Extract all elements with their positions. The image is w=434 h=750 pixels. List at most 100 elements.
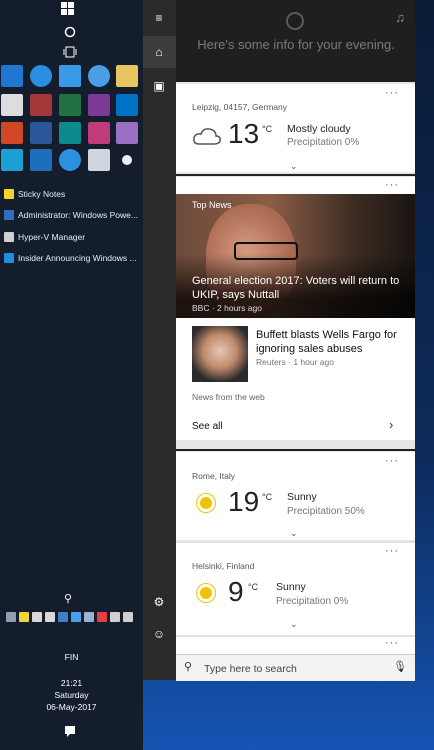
cortana-panel: ♫ Here's some info for your evening. ···… bbox=[176, 0, 415, 680]
weather-precipitation: Precipitation 50% bbox=[287, 506, 365, 517]
search-input[interactable] bbox=[202, 659, 386, 679]
media-app-icon[interactable] bbox=[88, 122, 110, 144]
this-pc-icon[interactable] bbox=[59, 65, 81, 87]
usb-icon[interactable] bbox=[6, 612, 16, 622]
clock-date: 06-May-2017 bbox=[46, 702, 97, 712]
powerpoint-icon[interactable] bbox=[1, 122, 23, 144]
settings-gear-icon[interactable]: ⚙ bbox=[151, 594, 167, 610]
top-news-label: Top News bbox=[192, 200, 232, 210]
language-indicator[interactable]: FIN bbox=[0, 652, 143, 662]
taskbar-item-label: Sticky Notes bbox=[18, 189, 66, 199]
cortana-greeting: Here's some info for your evening. bbox=[197, 37, 395, 52]
brightness-icon[interactable] bbox=[116, 149, 138, 171]
home-icon[interactable]: ⌂ bbox=[151, 44, 167, 60]
more-options-icon[interactable]: ··· bbox=[385, 455, 399, 467]
system-tray bbox=[6, 612, 138, 622]
action-center-icon[interactable] bbox=[64, 724, 86, 746]
onedrive-icon[interactable] bbox=[58, 612, 68, 622]
weather-card-rome[interactable]: ··· Rome, Italy 19 °C Sunny Precipitatio… bbox=[176, 452, 415, 540]
story-source: Reuters · 1 hour ago bbox=[256, 357, 334, 367]
weather-condition: Sunny bbox=[276, 581, 306, 593]
device-icon[interactable] bbox=[45, 612, 55, 622]
app-tray-icon[interactable] bbox=[97, 612, 107, 622]
cloud-icon[interactable] bbox=[84, 612, 94, 622]
hamburger-menu-icon[interactable]: ≡ bbox=[151, 10, 167, 26]
taskbar-item-label: Hyper-V Manager bbox=[18, 232, 86, 242]
microphone-icon[interactable]: 🎙 bbox=[393, 660, 407, 673]
expand-chevron-icon[interactable]: ⌄ bbox=[290, 619, 298, 630]
search-box[interactable]: ⚲ 🎙 bbox=[176, 654, 415, 681]
volume-muted-icon[interactable] bbox=[123, 612, 133, 622]
taskbar-item-powershell[interactable]: Administrator: Windows Powe... bbox=[4, 205, 140, 225]
section-divider bbox=[176, 174, 415, 176]
top-story-source: BBC · 2 hours ago bbox=[192, 303, 262, 313]
feedback-icon[interactable]: ☺ bbox=[151, 626, 167, 642]
weather-unit: °C bbox=[262, 492, 273, 502]
edge-icon[interactable] bbox=[1, 65, 23, 87]
weather-temp: 13 bbox=[228, 118, 260, 149]
remote-desktop-icon[interactable] bbox=[30, 149, 52, 171]
more-options-icon[interactable]: ··· bbox=[385, 179, 399, 191]
story-thumbnail[interactable] bbox=[192, 326, 248, 382]
taskbar: Sticky Notes Administrator: Windows Powe… bbox=[0, 0, 143, 750]
taskbar-item-edge-insider[interactable]: Insider Announcing Windows ... bbox=[4, 248, 140, 268]
powershell-icon bbox=[4, 210, 14, 220]
expand-chevron-icon[interactable]: ⌄ bbox=[290, 528, 298, 539]
taskbar-item-hyper-v[interactable]: Hyper-V Manager bbox=[4, 227, 140, 247]
weather-unit: °C bbox=[248, 582, 259, 592]
sun-icon bbox=[200, 587, 212, 599]
weather-temp: 19 bbox=[228, 486, 260, 517]
search-icon: ⚲ bbox=[184, 661, 193, 673]
sync-icon[interactable] bbox=[59, 149, 81, 171]
top-story-hero[interactable]: Top News General election 2017: Voters w… bbox=[176, 194, 415, 318]
remote-app-icon[interactable] bbox=[59, 122, 81, 144]
weather-card-leipzig[interactable]: ··· Leipzig, 04157, Germany 13 °C Mostly… bbox=[176, 84, 415, 172]
phone-app-icon[interactable] bbox=[1, 94, 23, 116]
weather-temp: 9 bbox=[228, 576, 244, 607]
expand-chevron-icon[interactable]: ⌄ bbox=[290, 161, 298, 172]
cloud-icon bbox=[192, 126, 222, 151]
news-from-web-label: News from the web bbox=[192, 392, 265, 402]
security-icon[interactable] bbox=[32, 612, 42, 622]
more-options-icon[interactable]: ··· bbox=[385, 637, 399, 649]
see-all-link[interactable]: See all bbox=[192, 421, 223, 432]
weather-condition: Mostly cloudy bbox=[287, 123, 351, 135]
sun-icon bbox=[200, 497, 212, 509]
hyper-v-icon[interactable] bbox=[88, 149, 110, 171]
outlook-icon[interactable] bbox=[116, 94, 138, 116]
defender-icon[interactable] bbox=[71, 612, 81, 622]
cortana-circle-icon[interactable] bbox=[64, 25, 86, 47]
onenote-2016-icon[interactable] bbox=[116, 122, 138, 144]
notebook-icon[interactable]: ▣ bbox=[151, 78, 167, 94]
people-icon[interactable]: ⚲ bbox=[64, 592, 86, 614]
excel-icon[interactable] bbox=[59, 94, 81, 116]
weather-location: Leipzig, 04157, Germany bbox=[192, 102, 287, 112]
server-icon[interactable] bbox=[1, 149, 23, 171]
weather-location: Helsinki, Finland bbox=[192, 561, 255, 571]
music-recognition-icon[interactable]: ♫ bbox=[395, 10, 405, 25]
story-title[interactable]: Buffett blasts Wells Fargo for ignoring … bbox=[256, 328, 406, 356]
onenote-icon[interactable] bbox=[88, 94, 110, 116]
word-icon[interactable] bbox=[30, 122, 52, 144]
chevron-right-icon[interactable]: › bbox=[389, 417, 393, 432]
weather-precipitation: Precipitation 0% bbox=[287, 137, 360, 148]
user-folder-icon[interactable] bbox=[116, 65, 138, 87]
access-icon[interactable] bbox=[30, 94, 52, 116]
windows-start-icon[interactable] bbox=[61, 2, 83, 24]
top-story-title[interactable]: General election 2017: Voters will retur… bbox=[192, 274, 402, 302]
hyper-v-manager-icon bbox=[4, 232, 14, 242]
weather-card-helsinki[interactable]: ··· Helsinki, Finland 9 °C Sunny Precipi… bbox=[176, 542, 415, 635]
internet-explorer-icon[interactable] bbox=[30, 65, 52, 87]
cortana-ring-icon bbox=[286, 12, 304, 30]
network-icon[interactable] bbox=[88, 65, 110, 87]
pen-icon[interactable] bbox=[19, 612, 29, 622]
more-options-icon[interactable]: ··· bbox=[385, 87, 399, 99]
cortana-header: ♫ Here's some info for your evening. bbox=[176, 0, 415, 82]
network-display-icon[interactable] bbox=[110, 612, 120, 622]
taskbar-item-sticky-notes[interactable]: Sticky Notes bbox=[4, 184, 140, 204]
task-view-icon[interactable] bbox=[63, 45, 85, 67]
clock-day: Saturday bbox=[54, 690, 89, 700]
taskbar-item-label: Insider Announcing Windows ... bbox=[18, 253, 137, 263]
clock-time[interactable]: 21:21 bbox=[0, 678, 143, 688]
more-options-icon[interactable]: ··· bbox=[385, 545, 399, 557]
